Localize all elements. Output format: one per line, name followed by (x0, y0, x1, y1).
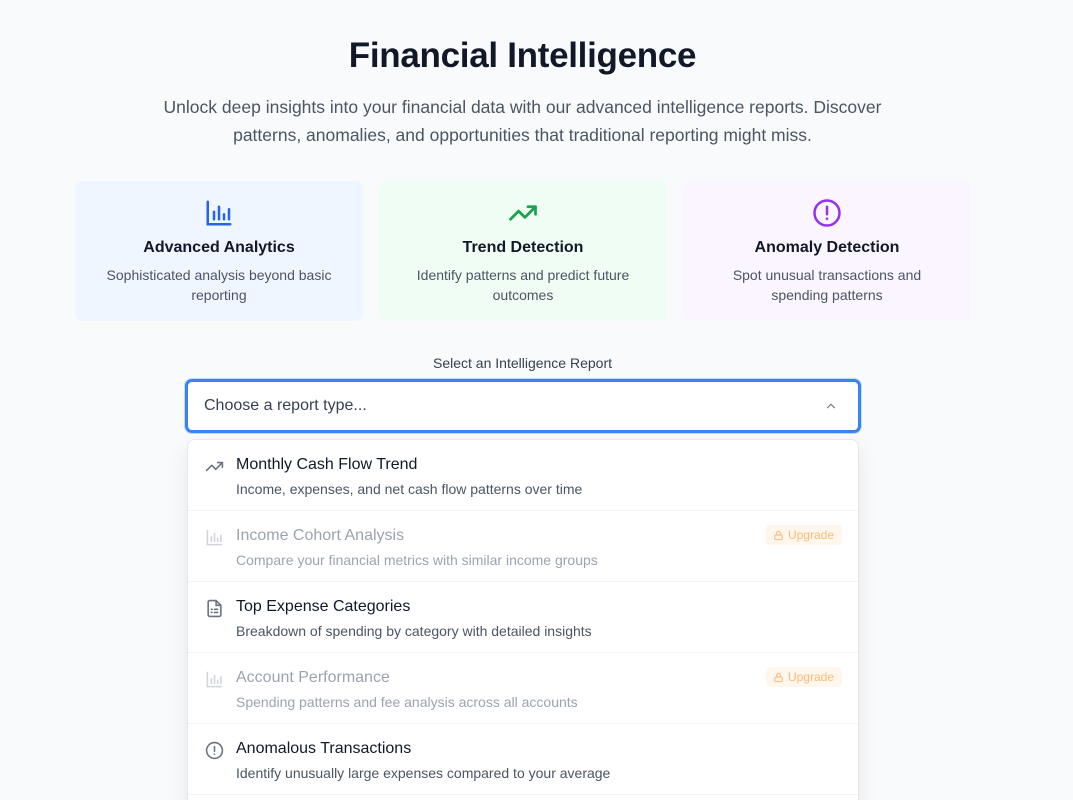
upgrade-label: Upgrade (787, 528, 834, 542)
feature-title: Trend Detection (462, 239, 584, 256)
report-type-select[interactable]: Choose a report type... (185, 379, 861, 433)
upgrade-badge[interactable]: Upgrade (765, 667, 842, 687)
option-title: Monthly Cash Flow Trend (236, 456, 418, 473)
feature-desc: Sophisticated analysis beyond basic repo… (106, 267, 332, 303)
report-options-dropdown: Monthly Cash Flow Trend Income, expenses… (187, 439, 859, 800)
feature-desc: Identify patterns and predict future out… (416, 267, 630, 303)
page-intro: Unlock deep insights into your financial… (163, 97, 882, 145)
document-list-icon (207, 599, 222, 618)
feature-cards: Advanced Analytics Sophisticated analysi… (75, 181, 971, 321)
option-desc: Breakdown of spending by category with d… (236, 623, 592, 639)
upgrade-label: Upgrade (787, 670, 834, 684)
alert-circle-icon (205, 741, 224, 760)
option-monthly-cash-flow-trend[interactable]: Monthly Cash Flow Trend Income, expenses… (188, 440, 858, 511)
option-income-cohort-analysis[interactable]: Income Cohort Analysis Compare your fina… (188, 511, 858, 582)
option-desc: Identify unusually large expenses compar… (236, 765, 611, 781)
feature-card-advanced-analytics: Advanced Analytics Sophisticated analysi… (75, 181, 363, 321)
option-title: Income Cohort Analysis (236, 527, 405, 544)
bar-chart-icon (206, 671, 223, 688)
lock-icon (774, 672, 783, 682)
page-title: Financial Intelligence (348, 36, 697, 75)
option-desc: Income, expenses, and net cash flow patt… (236, 481, 583, 497)
option-desc: Spending patterns and fee analysis acros… (236, 694, 578, 710)
option-title: Anomalous Transactions (236, 740, 412, 757)
trending-up-icon (509, 205, 537, 221)
feature-title: Advanced Analytics (143, 239, 295, 256)
feature-card-trend-detection: Trend Detection Identify patterns and pr… (379, 181, 667, 321)
alert-circle-icon (813, 199, 841, 227)
option-title: Account Performance (236, 669, 390, 686)
option-title: Top Expense Categories (236, 598, 411, 615)
bar-chart-icon (206, 529, 223, 546)
option-account-performance[interactable]: Account Performance Spending patterns an… (188, 653, 858, 724)
select-placeholder: Choose a report type... (204, 397, 367, 414)
report-select-label: Select an Intelligence Report (433, 355, 612, 371)
upgrade-badge[interactable]: Upgrade (765, 525, 842, 545)
option-anomalous-transactions[interactable]: Anomalous Transactions Identify unusuall… (188, 724, 858, 795)
option-desc: Compare your financial metrics with simi… (236, 552, 598, 568)
feature-card-anomaly-detection: Anomaly Detection Spot unusual transacti… (683, 181, 971, 321)
chevron-up-icon (826, 403, 836, 409)
feature-title: Anomaly Detection (754, 239, 900, 256)
bar-chart-icon (206, 200, 232, 226)
trending-up-icon (205, 461, 224, 472)
lock-icon (774, 530, 783, 540)
feature-desc: Spot unusual transactions and spending p… (732, 267, 922, 303)
option-top-expense-categories[interactable]: Top Expense Categories Breakdown of spen… (188, 582, 858, 653)
